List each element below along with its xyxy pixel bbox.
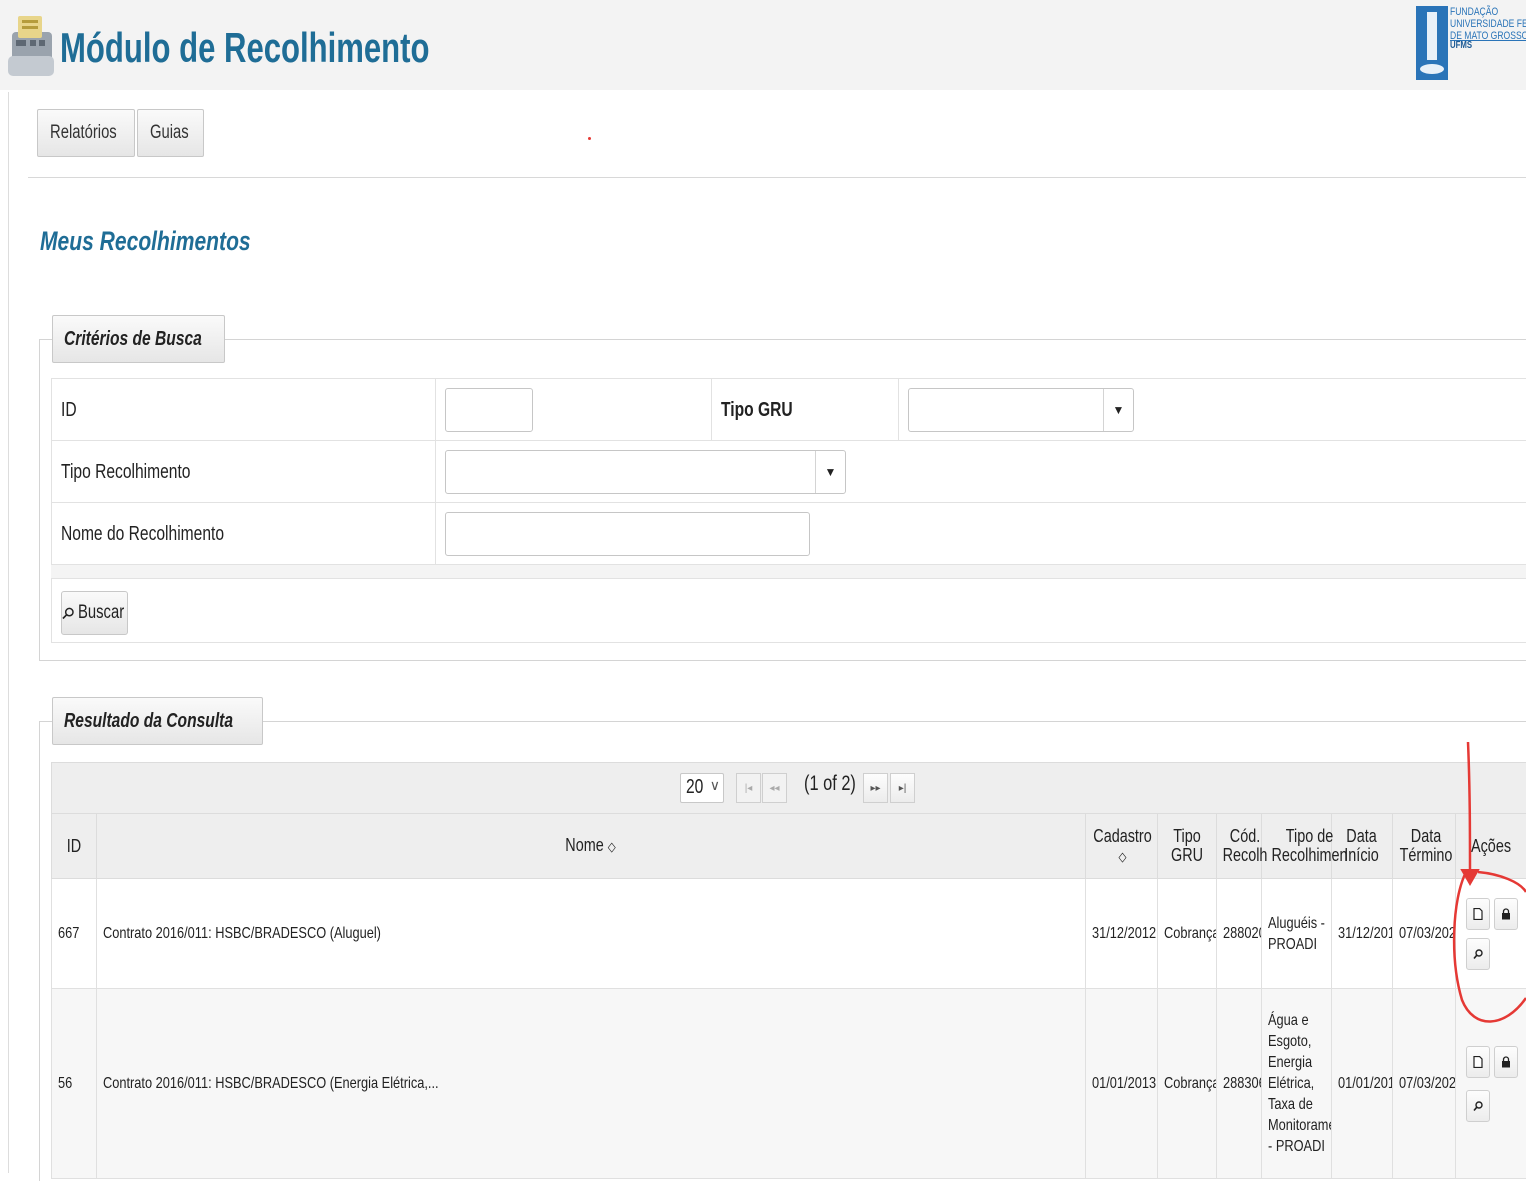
cell-cadastro: 31/12/2012	[1086, 879, 1158, 989]
menu-bar: Relatórios Guias	[37, 109, 206, 157]
ufms-logo: FUNDAÇÃO UNIVERSIDADE FEDER DE MATO GROS…	[1416, 6, 1526, 82]
col-header-data-termino: DataTérmino	[1393, 814, 1456, 879]
criteria-row-tipo-recolhimento: Tipo Recolhimento ▼	[51, 441, 1526, 503]
id-input[interactable]	[445, 388, 533, 432]
cell-tipo-recolhimento: Água e Esgoto, Energia Elétrica, Taxa de…	[1262, 989, 1332, 1179]
lock-button[interactable]	[1494, 898, 1518, 930]
first-page-icon: |◂	[745, 783, 753, 794]
results-table: ID Nome ◇ Cadastro◇ TipoGRU Cód.Recolh T…	[51, 813, 1526, 1179]
col-header-cod-recolh: Cód.Recolh	[1217, 814, 1262, 879]
file-icon	[1473, 1056, 1483, 1068]
cell-divider	[435, 441, 436, 503]
prev-page-button[interactable]: ◂◂	[762, 773, 787, 803]
table-header-row: ID Nome ◇ Cadastro◇ TipoGRU Cód.Recolh T…	[52, 814, 1526, 879]
cell-data-termino: 07/03/2021	[1393, 989, 1456, 1179]
cell-tipo-gru: Cobrança	[1158, 989, 1217, 1179]
cell-tipo-recolhimento: Aluguéis -PROADI	[1262, 879, 1332, 989]
cell-divider	[435, 379, 436, 441]
prev-page-icon: ◂◂	[769, 783, 779, 794]
criteria-row-id: ID Tipo GRU ▼	[51, 379, 1526, 441]
table-row: 56 Contrato 2016/011: HSBC/BRADESCO (Ene…	[52, 989, 1526, 1179]
zoom-icon	[1473, 1100, 1483, 1112]
chevron-down-icon: ∨	[710, 777, 720, 794]
cell-nome: Contrato 2016/011: HSBC/BRADESCO (Alugue…	[97, 879, 1086, 989]
tipo-recolhimento-select[interactable]: ▼	[445, 450, 846, 494]
view-file-button[interactable]	[1466, 898, 1490, 930]
details-button[interactable]	[1466, 1090, 1490, 1122]
col-header-tipo-gru: TipoGRU	[1158, 814, 1217, 879]
cell-acoes	[1456, 989, 1526, 1179]
col-header-nome[interactable]: Nome ◇	[97, 814, 1086, 879]
left-border	[8, 92, 9, 1173]
menu-item-guias[interactable]: Guias	[137, 109, 205, 157]
sort-icon: ◇	[1119, 849, 1127, 864]
calculator-icon	[6, 10, 56, 80]
col-header-acoes: Ações	[1456, 814, 1526, 879]
lock-button[interactable]	[1494, 1046, 1518, 1078]
cell-divider	[435, 503, 436, 565]
details-button[interactable]	[1466, 938, 1490, 970]
cell-cod: 288306	[1217, 989, 1262, 1179]
last-page-button[interactable]: ▸|	[890, 773, 915, 803]
file-icon	[1473, 908, 1483, 920]
cell-data-inicio: 31/12/2012	[1332, 879, 1393, 989]
red-dot-mark	[588, 137, 591, 140]
nome-label: Nome do Recolhimento	[51, 503, 270, 565]
cell-nome: Contrato 2016/011: HSBC/BRADESCO (Energi…	[97, 989, 1086, 1179]
sort-icon: ◇	[608, 839, 616, 854]
id-label: ID	[51, 379, 81, 441]
logo-text: FUNDAÇÃO UNIVERSIDADE FEDER DE MATO GROS…	[1450, 6, 1526, 52]
cell-cadastro: 01/01/2013	[1086, 989, 1158, 1179]
last-page-icon: ▸|	[899, 783, 907, 794]
next-page-icon: ▸▸	[870, 783, 880, 794]
tipo-gru-select[interactable]: ▼	[908, 388, 1134, 432]
chevron-down-icon: ▼	[815, 451, 845, 493]
results-legend: Resultado da Consulta	[52, 697, 263, 745]
lock-icon	[1501, 1056, 1511, 1068]
menu-item-relatorios[interactable]: Relatórios	[37, 109, 135, 157]
page-info: (1 of 2)	[804, 772, 871, 796]
col-header-tipo-recolhimento: Tipo deRecolhimen	[1262, 814, 1332, 879]
next-page-button[interactable]: ▸▸	[863, 773, 888, 803]
zoom-icon	[1473, 948, 1483, 960]
cell-cod: 288020	[1217, 879, 1262, 989]
cell-divider	[898, 379, 899, 441]
nome-input[interactable]	[445, 512, 810, 556]
cell-tipo-gru: Cobrança	[1158, 879, 1217, 989]
paginator: 20 ∨ |◂ ◂◂ (1 of 2) ▸▸ ▸|	[51, 762, 1526, 814]
search-icon	[62, 606, 75, 620]
col-header-id[interactable]: ID	[52, 814, 97, 879]
logo-mark	[1416, 6, 1448, 80]
search-button[interactable]: Buscar	[61, 591, 128, 635]
cell-data-inicio: 01/01/2013	[1332, 989, 1393, 1179]
app-header: Módulo de Recolhimento FUNDAÇÃO UNIVERSI…	[0, 0, 1526, 90]
rows-per-page-select[interactable]: 20 ∨	[680, 773, 724, 803]
view-file-button[interactable]	[1466, 1046, 1490, 1078]
col-header-cadastro[interactable]: Cadastro◇	[1086, 814, 1158, 879]
lock-icon	[1501, 908, 1511, 920]
page-header-title: Módulo de Recolhimento	[60, 24, 559, 72]
divider	[28, 177, 1526, 178]
cell-id: 667	[52, 879, 97, 989]
first-page-button[interactable]: |◂	[736, 773, 761, 803]
table-row: 667 Contrato 2016/011: HSBC/BRADESCO (Al…	[52, 879, 1526, 989]
chevron-down-icon: ▼	[1103, 389, 1133, 431]
search-actions-strip	[51, 565, 1526, 579]
section-title: Meus Recolhimentos	[40, 226, 310, 257]
cell-id: 56	[52, 989, 97, 1179]
cell-acoes	[1456, 879, 1526, 989]
criteria-row-nome: Nome do Recolhimento	[51, 503, 1526, 565]
cell-data-termino: 07/03/2021	[1393, 879, 1456, 989]
tipo-recolhimento-label: Tipo Recolhimento	[51, 441, 227, 503]
tipo-gru-label: Tipo GRU	[711, 379, 813, 441]
search-criteria-legend: Critérios de Busca	[52, 315, 225, 363]
